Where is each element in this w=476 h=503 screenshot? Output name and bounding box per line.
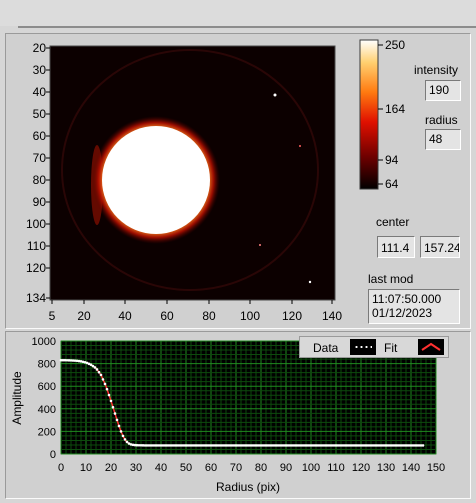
data-point (93, 366, 97, 369)
data-point (113, 412, 117, 415)
chart-x-tick: 80 (255, 462, 267, 474)
chart-x-tick: 10 (80, 462, 92, 474)
chart-x-tick: 120 (352, 462, 370, 474)
data-point (95, 368, 99, 371)
chart-x-tick: 130 (377, 462, 395, 474)
legend-data-label: Data (313, 341, 339, 355)
data-point (103, 382, 107, 386)
chart-x-tick: 70 (230, 462, 242, 474)
chart-x-tick: 30 (130, 462, 142, 474)
chart-x-tick: 0 (58, 462, 64, 474)
data-point (421, 444, 425, 447)
chart-y-tick: 800 (38, 359, 56, 371)
data-point (105, 387, 109, 391)
data-point (99, 373, 103, 377)
data-point (123, 438, 127, 441)
data-point (117, 424, 121, 428)
data-point (119, 430, 123, 433)
radial-profile-chart[interactable]: 0 10 20 30 40 50 60 70 80 90 100 110 120 130 140 150 0 20… (0, 0, 476, 503)
x-axis-label: Radius (pix) (216, 480, 280, 494)
chart-x-tick: 110 (327, 462, 345, 474)
chart-x-tick: 40 (155, 462, 167, 474)
chart-y-tick: 600 (38, 381, 56, 393)
chart-x-tick: 100 (302, 462, 320, 474)
data-point (97, 370, 101, 374)
chart-x-tick: 90 (280, 462, 292, 474)
chart-x-tick: 50 (180, 462, 192, 474)
data-point (111, 405, 115, 409)
legend-data-swatch[interactable] (350, 339, 376, 355)
data-point (101, 378, 105, 381)
data-point (115, 418, 119, 422)
data-point (121, 434, 125, 438)
y-axis-label: Amplitude (10, 371, 24, 425)
chart-y-tick: 400 (38, 404, 56, 416)
chart-y-tick: 0 (50, 449, 56, 461)
chart-x-tick: 140 (402, 462, 420, 474)
legend-fit-swatch[interactable] (418, 339, 444, 355)
chart-y-tick: 200 (38, 426, 56, 438)
chart-x-tick: 20 (105, 462, 117, 474)
data-point (107, 393, 111, 397)
chart-x-tick: 150 (427, 462, 445, 474)
data-point (109, 399, 113, 403)
chart-y-tick: 1000 (32, 336, 56, 348)
legend: Data Fit (299, 336, 449, 358)
legend-fit-label: Fit (384, 341, 398, 355)
chart-x-tick: 60 (205, 462, 217, 474)
